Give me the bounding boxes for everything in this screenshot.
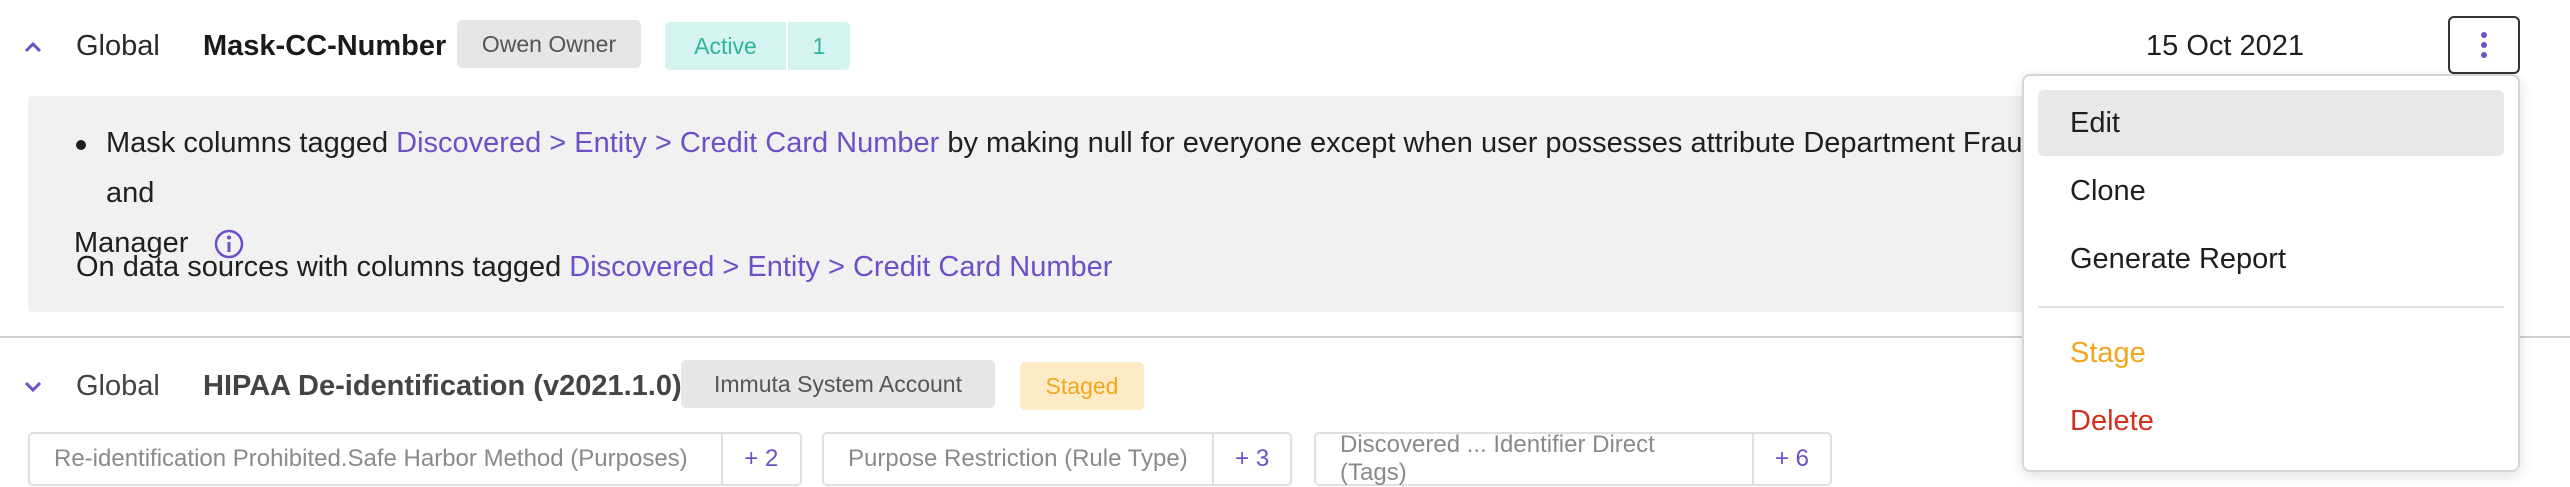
status-count: 1 [812, 32, 826, 59]
menu-item-label: Delete [2070, 404, 2154, 437]
tag-link[interactable]: Discovered > Entity > Credit Card Number [396, 127, 939, 159]
policy-scope: Global [76, 370, 160, 402]
bullet [76, 140, 86, 150]
policy-scope: Global [76, 30, 160, 62]
description-prefix: Mask columns tagged [106, 127, 397, 159]
owner-badge: Immuta System Account [681, 360, 995, 408]
chevron-down-icon[interactable] [22, 376, 44, 398]
menu-item-generate-report[interactable]: Generate Report [2038, 226, 2504, 292]
menu-item-delete[interactable]: Delete [2038, 388, 2504, 454]
data-sources-tag-link[interactable]: Discovered > Entity > Credit Card Number [569, 251, 1112, 283]
more-actions-button[interactable] [2448, 16, 2520, 74]
tag-label: Re-identification Prohibited.Safe Harbor… [54, 445, 688, 472]
menu-item-label: Stage [2070, 336, 2146, 369]
tag-count[interactable]: + 6 [1751, 434, 1830, 484]
status-badge: Active 1 [665, 22, 850, 70]
menu-divider [2038, 306, 2504, 308]
tag-pill-purposes[interactable]: Re-identification Prohibited.Safe Harbor… [28, 432, 802, 486]
status-label: Active [694, 32, 757, 59]
policy-detail-panel: Mask columns tagged Discovered > Entity … [28, 96, 2088, 312]
chevron-up-icon[interactable] [22, 36, 44, 58]
menu-item-label: Generate Report [2070, 242, 2287, 275]
tag-count[interactable]: + 2 [720, 434, 800, 484]
status-badge: Staged [1020, 362, 1144, 410]
menu-item-edit[interactable]: Edit [2038, 90, 2504, 156]
tag-pill-rule-type[interactable]: Purpose Restriction (Rule Type) + 3 [822, 432, 1292, 486]
menu-item-label: Edit [2070, 106, 2120, 139]
owner-badge: Owen Owner [457, 20, 641, 68]
data-sources-line: On data sources with columns tagged Disc… [76, 242, 1112, 292]
menu-item-label: Clone [2070, 174, 2146, 207]
policy-name[interactable]: Mask-CC-Number [203, 30, 446, 63]
tag-label: Discovered ... Identifier Direct (Tags) [1340, 431, 1655, 486]
menu-item-clone[interactable]: Clone [2038, 158, 2504, 224]
kebab-menu-icon [2481, 32, 2487, 58]
policy-row-2[interactable]: Global HIPAA De-identification (v2021.1.… [0, 340, 2020, 486]
tag-label: Purpose Restriction (Rule Type) [848, 445, 1188, 472]
actions-menu: Edit Clone Generate Report Stage Delete [2022, 74, 2520, 472]
tag-pill-tags[interactable]: Discovered ... Identifier Direct (Tags) … [1314, 431, 1832, 486]
menu-item-stage[interactable]: Stage [2038, 320, 2504, 386]
tag-count[interactable]: + 3 [1212, 434, 1290, 484]
policy-name[interactable]: HIPAA De-identification (v2021.1.0) [203, 370, 682, 403]
policy-date: 15 Oct 2021 [2146, 30, 2304, 62]
data-sources-prefix: On data sources with columns tagged [76, 251, 570, 283]
